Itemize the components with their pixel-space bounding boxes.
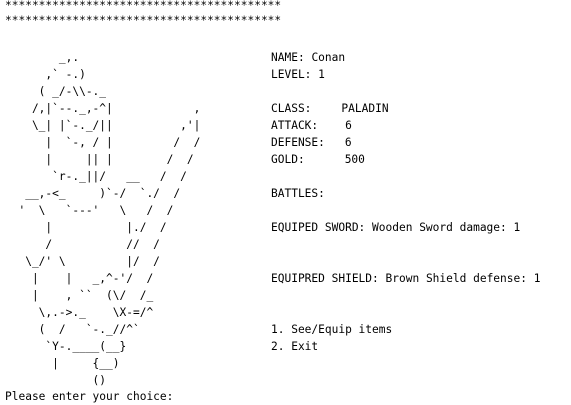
battles-label: BATTLES:	[271, 187, 325, 200]
defense-label: DEFENSE:	[271, 136, 325, 149]
level-label: LEVEL:	[271, 68, 312, 81]
name-value: Conan	[311, 51, 346, 64]
attack-row: ATTACK: 6	[271, 117, 540, 134]
level-value: 1	[318, 68, 325, 81]
sword-value: Wooden Sword damage: 1	[372, 221, 521, 234]
menu-item-exit[interactable]: 2. Exit	[271, 338, 540, 355]
star-border-bottom: ****************************************…	[5, 14, 282, 27]
defense-row: DEFENSE: 6	[271, 134, 540, 151]
gold-value: 500	[344, 153, 365, 166]
level-row: LEVEL: 1	[271, 66, 540, 83]
sword-row: EQUIPED SWORD: Wooden Sword damage: 1	[271, 219, 540, 236]
class-row: CLASS: PALADIN	[271, 100, 540, 117]
choice-prompt[interactable]: Please enter your choice:	[5, 388, 173, 405]
class-label: CLASS:	[271, 102, 312, 115]
attack-label: ATTACK:	[271, 119, 319, 132]
battles-row: BATTLES:	[271, 185, 540, 202]
shield-row: EQUIPRED SHIELD: Brown Shield defense: 1	[271, 270, 540, 287]
name-row: NAME: Conan	[271, 49, 540, 66]
defense-value: 6	[344, 136, 352, 149]
menu-item-see-equip[interactable]: 1. See/Equip items	[271, 321, 540, 338]
gold-label: GOLD:	[271, 153, 305, 166]
name-label: NAME:	[271, 51, 305, 64]
shield-value: Brown Shield defense: 1	[385, 272, 541, 285]
gold-row: GOLD: 500	[271, 151, 540, 168]
class-value: PALADIN	[341, 102, 389, 115]
character-stats-panel: NAME: Conan LEVEL: 1 CLASS: PALADIN ATTAC…	[271, 49, 540, 355]
sword-label: EQUIPED SWORD:	[271, 221, 366, 234]
attack-value: 6	[345, 119, 352, 132]
paladin-ascii-art: _,. ,` -.) ( _/-\\-._ /,|`--._,-^| , \_|…	[18, 51, 201, 387]
shield-label: EQUIPRED SHIELD:	[271, 272, 379, 285]
